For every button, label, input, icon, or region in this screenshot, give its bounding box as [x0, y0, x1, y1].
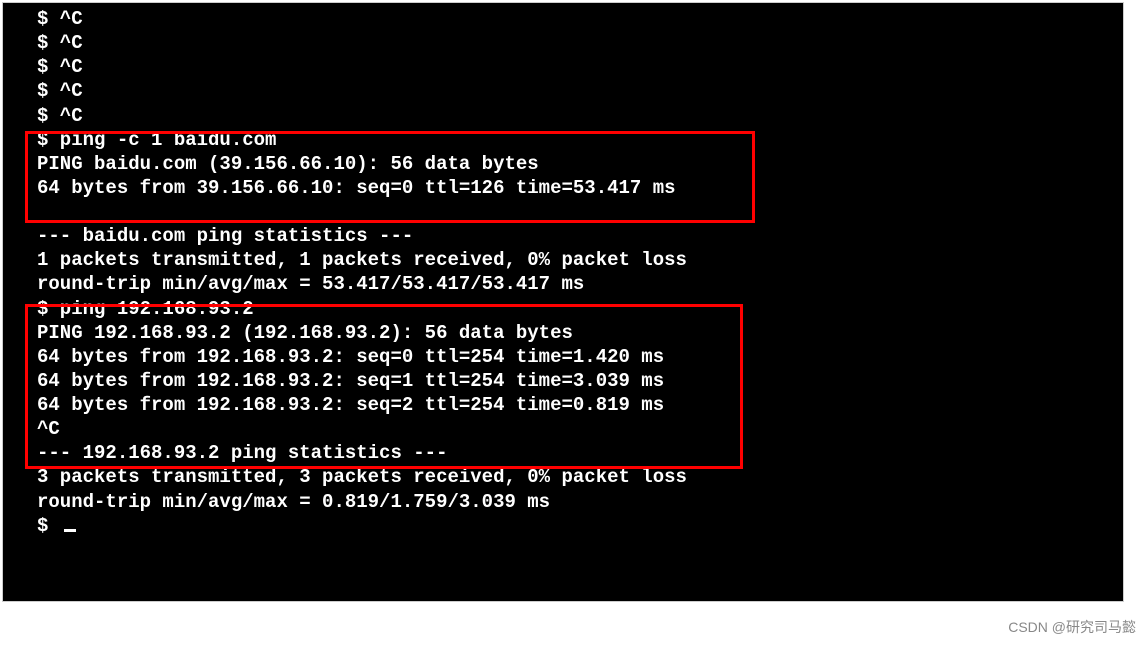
terminal-line: 64 bytes from 192.168.93.2: seq=1 ttl=25…	[7, 369, 1119, 393]
terminal-line: 3 packets transmitted, 3 packets receive…	[7, 465, 1119, 489]
terminal-line: 64 bytes from 39.156.66.10: seq=0 ttl=12…	[7, 176, 1119, 200]
terminal-line: $ ping 192.168.93.2	[7, 297, 1119, 321]
prompt-text: $	[37, 515, 60, 537]
terminal-line: $ ^C	[7, 79, 1119, 103]
terminal-line: $ ^C	[7, 104, 1119, 128]
terminal-line: $ ^C	[7, 7, 1119, 31]
terminal-window[interactable]: $ ^C $ ^C $ ^C $ ^C $ ^C $ ping -c 1 bai…	[2, 2, 1124, 602]
terminal-line: 64 bytes from 192.168.93.2: seq=2 ttl=25…	[7, 393, 1119, 417]
terminal-line: round-trip min/avg/max = 53.417/53.417/5…	[7, 272, 1119, 296]
terminal-line: PING 192.168.93.2 (192.168.93.2): 56 dat…	[7, 321, 1119, 345]
terminal-line: $ ping -c 1 baidu.com	[7, 128, 1119, 152]
terminal-line: $ ^C	[7, 31, 1119, 55]
terminal-line: 64 bytes from 192.168.93.2: seq=0 ttl=25…	[7, 345, 1119, 369]
watermark: CSDN @研究司马懿	[1008, 617, 1136, 637]
terminal-line	[7, 200, 1119, 224]
terminal-line: --- 192.168.93.2 ping statistics ---	[7, 441, 1119, 465]
terminal-prompt-line[interactable]: $	[7, 514, 1119, 538]
terminal-line: round-trip min/avg/max = 0.819/1.759/3.0…	[7, 490, 1119, 514]
terminal-line: PING baidu.com (39.156.66.10): 56 data b…	[7, 152, 1119, 176]
cursor-icon	[64, 529, 76, 532]
terminal-line: ^C	[7, 417, 1119, 441]
terminal-line: 1 packets transmitted, 1 packets receive…	[7, 248, 1119, 272]
terminal-line: $ ^C	[7, 55, 1119, 79]
terminal-line: --- baidu.com ping statistics ---	[7, 224, 1119, 248]
